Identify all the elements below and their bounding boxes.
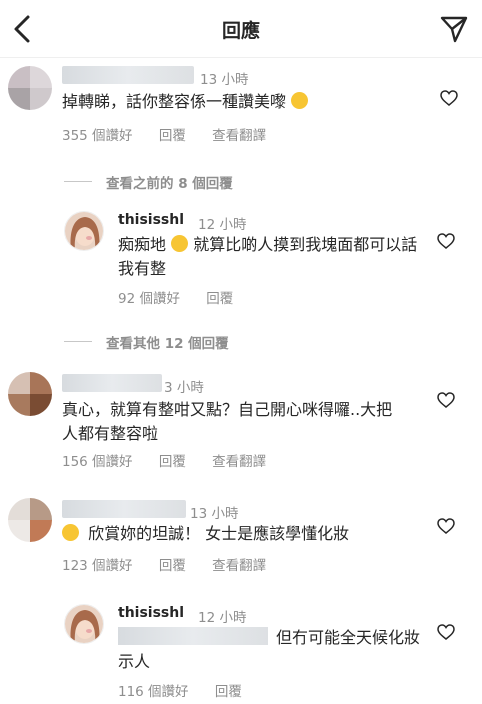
- heart-icon[interactable]: [437, 392, 455, 408]
- comment-actions: 92 個讚好 回覆: [118, 287, 255, 307]
- laughing-emoji-icon: [291, 92, 309, 109]
- comment-time: 13 小時: [190, 506, 239, 522]
- surprised-emoji-icon: [62, 524, 79, 541]
- heart-icon[interactable]: [437, 624, 455, 640]
- likes-count[interactable]: 123 個讚好: [62, 558, 133, 574]
- page-title: 回應: [221, 20, 260, 42]
- header-bar: 回應: [0, 0, 482, 58]
- username[interactable]: thisisshl: [118, 212, 184, 228]
- heart-icon[interactable]: [437, 233, 455, 249]
- comment-time: 3 小時: [164, 380, 204, 396]
- reply-button[interactable]: 回覆: [159, 558, 186, 574]
- reply-button[interactable]: 回覆: [159, 454, 186, 470]
- likes-count[interactable]: 116 個讚好: [118, 684, 189, 700]
- comment-text: 但冇可能全天候化妝示人: [118, 627, 421, 671]
- username-redacted: [62, 500, 186, 518]
- likes-count[interactable]: 355 個讚好: [62, 128, 133, 144]
- comment-text: 欣賞妳的坦誠！ 女士是應該學懂化妝: [62, 522, 422, 546]
- mention-redacted: [118, 627, 268, 645]
- view-other-replies[interactable]: 查看其他 12 個回覆: [64, 331, 364, 352]
- comment-actions: 156 個讚好 回覆 查看翻譯: [62, 450, 288, 470]
- heart-icon[interactable]: [440, 90, 458, 106]
- divider-line: [64, 181, 92, 182]
- reply-button[interactable]: 回覆: [159, 128, 186, 144]
- smirking-emoji-icon: [171, 235, 189, 252]
- reply-2: thisisshl 12 小時 但冇可能全天候化妝示人 116 個讚好 回覆: [0, 600, 482, 704]
- comment-time: 13 小時: [200, 72, 249, 88]
- avatar[interactable]: [8, 66, 52, 110]
- translate-button[interactable]: 查看翻譯: [212, 558, 266, 574]
- translate-button[interactable]: 查看翻譯: [212, 454, 266, 470]
- comment-3: 13 小時 欣賞妳的坦誠！ 女士是應該學懂化妝 123 個讚好 回覆 查看翻譯: [0, 494, 482, 584]
- avatar[interactable]: [64, 604, 104, 644]
- comment-2: 3 小時 真心，就算有整咁又點？自己開心咪得囉..大把人都有整容啦 156 個讚…: [0, 368, 482, 478]
- comment-actions: 355 個讚好 回覆 查看翻譯: [62, 124, 288, 144]
- comment-1: 13 小時 掉轉睇，話你整容係一種讚美嚟 355 個讚好 回覆 查看翻譯: [0, 60, 482, 155]
- heart-icon[interactable]: [437, 518, 455, 534]
- likes-count[interactable]: 92 個讚好: [118, 291, 180, 307]
- reply-button[interactable]: 回覆: [215, 684, 242, 700]
- username[interactable]: thisisshl: [118, 605, 184, 621]
- translate-button[interactable]: 查看翻譯: [212, 128, 266, 144]
- comment-actions: 123 個讚好 回覆 查看翻譯: [62, 554, 288, 574]
- reply-button[interactable]: 回覆: [206, 291, 233, 307]
- username-redacted: [62, 66, 194, 84]
- comment-text: 痴痴地 就算比啲人摸到我塊面都可以話我有整: [118, 235, 418, 278]
- comment-text: 掉轉睇，話你整容係一種讚美嚟: [62, 90, 422, 114]
- avatar[interactable]: [8, 372, 52, 416]
- comment-actions: 116 個讚好 回覆: [118, 680, 264, 700]
- reply-1: thisisshl 12 小時 痴痴地 就算比啲人摸到我塊面都可以話我有整 92…: [0, 205, 482, 310]
- likes-count[interactable]: 156 個讚好: [62, 454, 133, 470]
- comment-time: 12 小時: [198, 610, 247, 626]
- divider-line: [64, 341, 92, 342]
- send-icon[interactable]: [438, 13, 470, 45]
- avatar[interactable]: [8, 498, 52, 542]
- username-redacted: [62, 374, 162, 392]
- view-previous-replies[interactable]: 查看之前的 8 個回覆: [64, 171, 364, 192]
- comment-time: 12 小時: [198, 217, 247, 233]
- comment-text: 真心，就算有整咁又點？自己開心咪得囉..大把人都有整容啦: [62, 400, 393, 443]
- avatar[interactable]: [64, 211, 104, 251]
